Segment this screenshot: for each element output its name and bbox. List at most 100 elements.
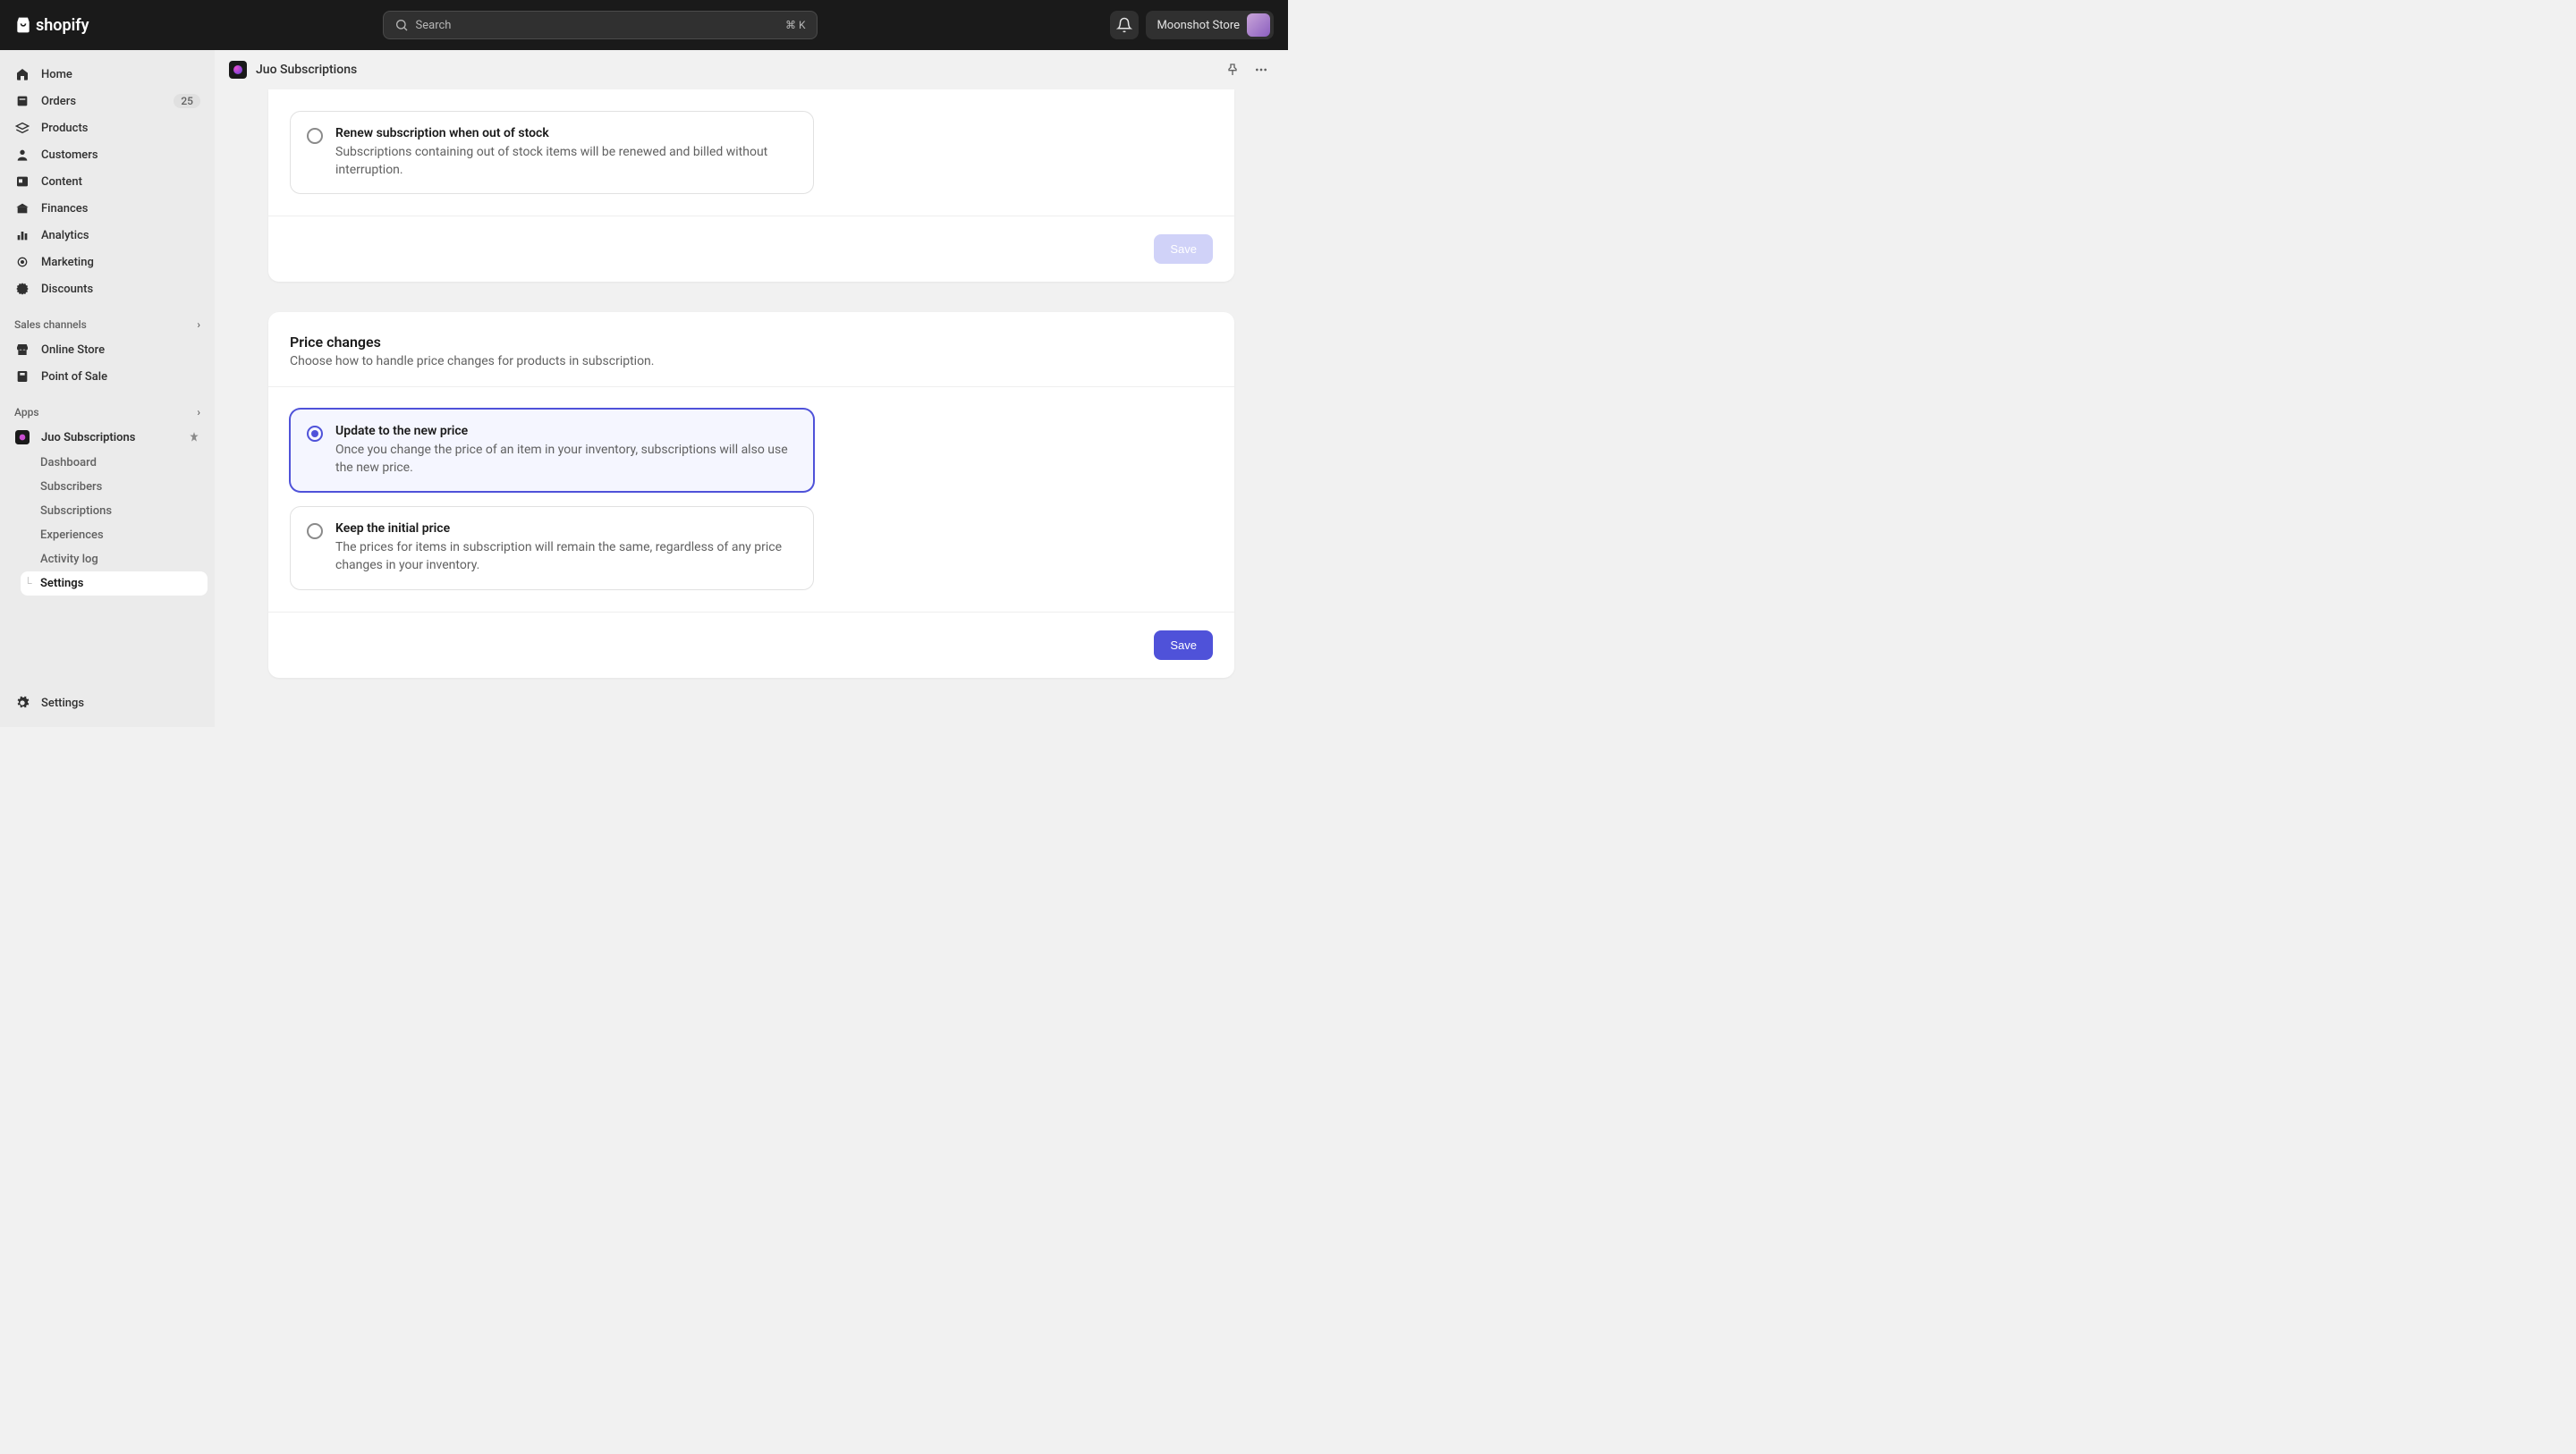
option-desc: Once you change the price of an item in … [335, 442, 797, 477]
save-button[interactable]: Save [1154, 630, 1213, 660]
card-footer: Save [268, 216, 1234, 282]
gear-icon [14, 695, 30, 711]
orders-badge: 25 [174, 94, 200, 108]
subnav-dashboard[interactable]: Dashboard [21, 451, 208, 475]
sidebar: Home Orders 25 Products Customers Conten… [0, 50, 215, 727]
orders-icon [14, 93, 30, 109]
subnav-subscribers[interactable]: Subscribers [21, 475, 208, 499]
marketing-icon [14, 254, 30, 270]
topbar: shopify Search ⌘ K Moonshot Store [0, 0, 1288, 50]
content-icon [14, 173, 30, 190]
app-icon [14, 429, 30, 445]
search-input[interactable]: Search ⌘ K [383, 11, 818, 39]
option-title: Renew subscription when out of stock [335, 126, 797, 140]
card-header: Price changes Choose how to handle price… [268, 312, 1234, 387]
page-header: Juo Subscriptions [215, 50, 1288, 89]
chevron-right-icon: › [197, 406, 200, 418]
nav-label: Settings [41, 697, 84, 710]
shopify-bag-icon [14, 15, 32, 35]
nav-home[interactable]: Home [7, 61, 208, 88]
option-keep-initial-price[interactable]: Keep the initial price The prices for it… [290, 506, 814, 589]
nav-label: Content [41, 175, 82, 189]
search-icon [394, 18, 409, 32]
section-label: Apps [14, 406, 39, 418]
radio-icon [307, 426, 323, 442]
nav-pos[interactable]: Point of Sale [7, 363, 208, 390]
option-update-new-price[interactable]: Update to the new price Once you change … [290, 409, 814, 492]
subnav-label: Subscribers [40, 480, 102, 494]
bell-icon [1116, 17, 1132, 33]
products-icon [14, 120, 30, 136]
nav-orders[interactable]: Orders 25 [7, 88, 208, 114]
price-changes-card: Price changes Choose how to handle price… [268, 312, 1234, 677]
nav-discounts[interactable]: Discounts [7, 275, 208, 302]
section-title: Price changes [290, 334, 1213, 351]
chevron-right-icon: › [197, 318, 200, 331]
nav-content[interactable]: Content [7, 168, 208, 195]
home-icon [14, 66, 30, 82]
content-scroll[interactable]: Renew subscription when out of stock Sub… [215, 89, 1288, 727]
subnav-label: Settings [40, 577, 83, 590]
nav-label: Point of Sale [41, 370, 107, 384]
sales-channels-header[interactable]: Sales channels › [7, 313, 208, 336]
page-title: Juo Subscriptions [256, 63, 357, 77]
main-area: Juo Subscriptions Renew subscription whe… [215, 50, 1288, 727]
stock-settings-card: Renew subscription when out of stock Sub… [268, 89, 1234, 282]
store-name: Moonshot Store [1157, 19, 1240, 32]
store-menu[interactable]: Moonshot Store [1146, 11, 1274, 39]
shopify-logo[interactable]: shopify [14, 15, 89, 35]
option-title: Update to the new price [335, 424, 797, 438]
nav-label: Home [41, 68, 72, 81]
nav-label: Customers [41, 148, 98, 162]
subnav-label: Dashboard [40, 456, 97, 469]
avatar [1247, 13, 1270, 37]
app-header-icon [229, 61, 247, 79]
subnav-settings[interactable]: └Settings [21, 571, 208, 596]
nav-analytics[interactable]: Analytics [7, 222, 208, 249]
subnav-activity-log[interactable]: Activity log [21, 547, 208, 571]
nav-label: Finances [41, 202, 88, 216]
subnav-label: Activity log [40, 553, 98, 566]
nav-label: Juo Subscriptions [41, 431, 135, 444]
nav-label: Online Store [41, 343, 105, 357]
nav-marketing[interactable]: Marketing [7, 249, 208, 275]
nav-label: Marketing [41, 256, 94, 269]
search-placeholder: Search [416, 19, 452, 32]
pos-icon [14, 368, 30, 385]
online-store-icon [14, 342, 30, 358]
nav-settings[interactable]: Settings [7, 689, 208, 716]
save-button-disabled: Save [1154, 234, 1213, 264]
nav-online-store[interactable]: Online Store [7, 336, 208, 363]
subnav-label: Experiences [40, 528, 104, 542]
nav-app-juo[interactable]: Juo Subscriptions [7, 424, 208, 451]
customers-icon [14, 147, 30, 163]
more-actions-button[interactable] [1249, 57, 1274, 82]
subnav-subscriptions[interactable]: Subscriptions [21, 499, 208, 523]
nav-label: Orders [41, 95, 76, 108]
subnav-experiences[interactable]: Experiences [21, 523, 208, 547]
option-desc: The prices for items in subscription wil… [335, 539, 797, 574]
notifications-button[interactable] [1110, 11, 1139, 39]
nav-label: Products [41, 122, 88, 135]
analytics-icon [14, 227, 30, 243]
nav-customers[interactable]: Customers [7, 141, 208, 168]
option-desc: Subscriptions containing out of stock it… [335, 144, 797, 179]
apps-header[interactable]: Apps › [7, 401, 208, 424]
app-subnav: Dashboard Subscribers Subscriptions Expe… [20, 451, 208, 596]
card-footer: Save [268, 612, 1234, 678]
nav-label: Analytics [41, 229, 89, 242]
search-shortcut: ⌘ K [785, 19, 806, 31]
finances-icon [14, 200, 30, 216]
section-desc: Choose how to handle price changes for p… [290, 354, 1213, 368]
nav-label: Discounts [41, 283, 93, 296]
option-renew-out-of-stock[interactable]: Renew subscription when out of stock Sub… [290, 111, 814, 194]
discounts-icon [14, 281, 30, 297]
pin-icon[interactable] [188, 431, 200, 444]
nav-products[interactable]: Products [7, 114, 208, 141]
nav-finances[interactable]: Finances [7, 195, 208, 222]
radio-icon [307, 128, 323, 144]
section-label: Sales channels [14, 318, 87, 331]
option-title: Keep the initial price [335, 521, 797, 536]
logo-text: shopify [36, 16, 89, 35]
pin-page-button[interactable] [1220, 57, 1245, 82]
